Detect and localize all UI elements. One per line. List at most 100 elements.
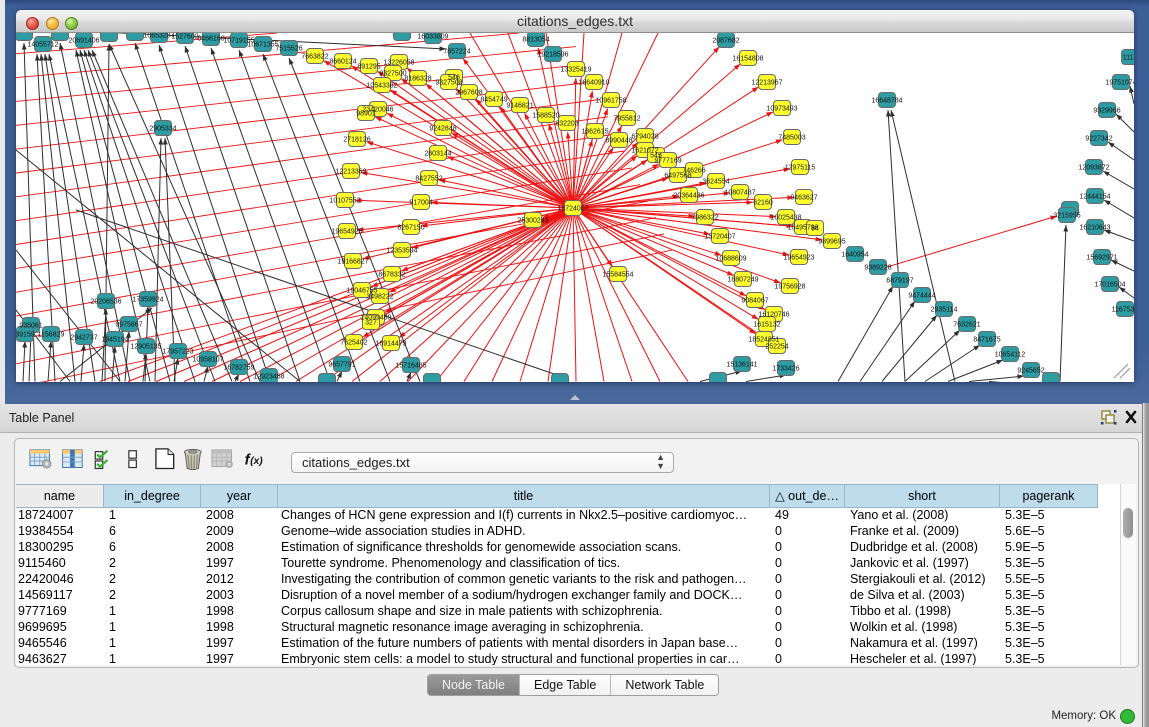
svg-text:15720407: 15720407 <box>704 234 735 241</box>
svg-text:15692971: 15692971 <box>1086 255 1117 262</box>
svg-text:10654112: 10654112 <box>995 352 1026 359</box>
svg-text:19218596: 19218596 <box>537 52 568 59</box>
svg-text:9474444: 9474444 <box>908 293 935 300</box>
svg-text:16033809: 16033809 <box>417 34 448 41</box>
svg-text:1117: 1117 <box>1123 55 1134 62</box>
svg-text:935061: 935061 <box>19 323 42 330</box>
svg-text:10688609: 10688609 <box>715 256 746 263</box>
svg-text:1345194: 1345194 <box>101 337 128 344</box>
svg-text:12353594: 12353594 <box>386 248 417 255</box>
svg-text:10807487: 10807487 <box>724 190 755 197</box>
svg-text:20364436: 20364436 <box>673 193 704 200</box>
svg-text:12213369: 12213369 <box>335 169 366 176</box>
svg-text:9327508: 9327508 <box>435 80 462 87</box>
svg-text:8427552: 8427552 <box>415 176 442 183</box>
svg-text:13226058: 13226058 <box>383 60 414 67</box>
svg-text:9899695: 9899695 <box>818 239 845 246</box>
svg-text:12093872: 12093872 <box>1078 165 1109 172</box>
svg-text:2942737: 2942737 <box>70 335 97 342</box>
svg-text:8454749: 8454749 <box>480 97 507 104</box>
svg-text:1640954: 1640954 <box>841 252 868 259</box>
svg-text:2087682: 2087682 <box>712 38 739 45</box>
svg-text:16782759: 16782759 <box>223 365 254 372</box>
svg-text:17016504: 17016504 <box>1094 282 1125 289</box>
svg-text:7857224: 7857224 <box>443 49 470 56</box>
svg-text:25300243: 25300243 <box>517 218 548 225</box>
svg-text:3624554: 3624554 <box>702 179 729 186</box>
svg-text:7515526: 7515526 <box>275 46 302 53</box>
svg-text:1733426: 1733426 <box>772 366 799 373</box>
svg-text:1167533: 1167533 <box>1112 307 1134 314</box>
svg-text:10653287: 10653287 <box>143 33 174 40</box>
svg-text:17957223: 17957223 <box>162 349 193 356</box>
svg-text:7632621: 7632621 <box>953 322 980 329</box>
svg-text:3215955: 3215955 <box>1053 213 1080 220</box>
svg-text:18807249: 18807249 <box>727 277 758 284</box>
svg-text:9245652: 9245652 <box>1017 368 1044 375</box>
svg-text:(x): (x) <box>250 456 263 467</box>
svg-text:20691406: 20691406 <box>68 38 99 45</box>
svg-text:3498222: 3498222 <box>366 294 393 301</box>
svg-text:12975115: 12975115 <box>785 165 816 172</box>
svg-text:9146821: 9146821 <box>506 103 533 110</box>
svg-text:12444154: 12444154 <box>1079 194 1110 201</box>
svg-text:10543382: 10543382 <box>366 83 397 90</box>
svg-text:8267150: 8267150 <box>397 225 424 232</box>
svg-text:16154808: 16154808 <box>732 56 763 63</box>
svg-text:16210643: 16210643 <box>1079 225 1110 232</box>
svg-text:16640910: 16640910 <box>578 80 609 87</box>
svg-text:8678332: 8678332 <box>378 272 405 279</box>
svg-text:8471675: 8471675 <box>973 337 1000 344</box>
svg-text:7986322: 7986322 <box>691 215 718 222</box>
svg-text:6879197: 6879197 <box>886 278 913 285</box>
svg-text:20206536: 20206536 <box>90 299 121 306</box>
svg-text:9463627: 9463627 <box>790 195 817 202</box>
svg-text:2967608: 2967608 <box>455 90 482 97</box>
svg-text:12923468: 12923468 <box>253 374 284 381</box>
svg-text:12213967: 12213967 <box>751 80 782 87</box>
svg-text:2905334: 2905334 <box>149 126 176 133</box>
svg-text:917004: 917004 <box>409 200 432 207</box>
svg-text:7955812: 7955812 <box>613 116 640 123</box>
svg-text:7625402: 7625402 <box>340 340 367 347</box>
svg-text:1362615: 1362615 <box>581 129 608 136</box>
svg-text:8813054: 8813054 <box>522 37 549 44</box>
svg-text:1615132: 1615132 <box>753 322 780 329</box>
svg-text:10973493: 10973493 <box>766 106 797 113</box>
svg-text:14055712: 14055712 <box>27 42 58 49</box>
svg-text:2718126: 2718126 <box>343 137 370 144</box>
svg-text:98901: 98901 <box>356 111 376 118</box>
svg-text:832203: 832203 <box>555 121 578 128</box>
svg-text:10025438: 10025438 <box>770 215 801 222</box>
svg-text:10107552: 10107552 <box>329 198 360 205</box>
svg-text:8990448: 8990448 <box>605 138 632 145</box>
svg-text:17359924: 17359924 <box>132 297 163 304</box>
svg-text:9975867: 9975867 <box>115 322 142 329</box>
svg-text:7663822: 7663822 <box>301 54 328 61</box>
svg-text:9777169: 9777169 <box>654 158 681 165</box>
svg-text:19756928: 19756928 <box>774 284 805 291</box>
svg-text:9227342: 9227342 <box>1085 136 1112 143</box>
svg-text:16120746: 16120746 <box>758 312 789 319</box>
svg-text:10961758: 10961758 <box>595 98 626 105</box>
svg-text:13325419: 13325419 <box>560 67 591 74</box>
svg-text:8660124: 8660124 <box>329 59 356 66</box>
svg-text:12905135: 12905135 <box>130 344 161 351</box>
svg-text:9657791: 9657791 <box>328 362 355 369</box>
svg-text:39159: 39159 <box>16 332 35 339</box>
svg-text:6794028: 6794028 <box>631 134 658 141</box>
svg-text:2935114: 2935114 <box>931 307 958 314</box>
svg-text:16914479: 16914479 <box>375 341 406 348</box>
svg-text:1156829: 1156829 <box>38 332 65 339</box>
svg-text:10671355: 10671355 <box>247 42 278 49</box>
svg-text:62160: 62160 <box>753 200 773 207</box>
svg-text:6466160: 6466160 <box>197 36 224 43</box>
svg-text:84: 84 <box>811 226 819 233</box>
svg-text:10958107: 10958107 <box>192 357 223 364</box>
svg-text:9327500: 9327500 <box>379 71 406 78</box>
svg-text:18724007: 18724007 <box>557 206 588 213</box>
svg-text:19166827: 19166827 <box>337 259 368 266</box>
svg-text:8186328: 8186328 <box>404 76 431 83</box>
svg-text:19654925: 19654925 <box>331 229 362 236</box>
svg-text:252254: 252254 <box>765 344 788 351</box>
